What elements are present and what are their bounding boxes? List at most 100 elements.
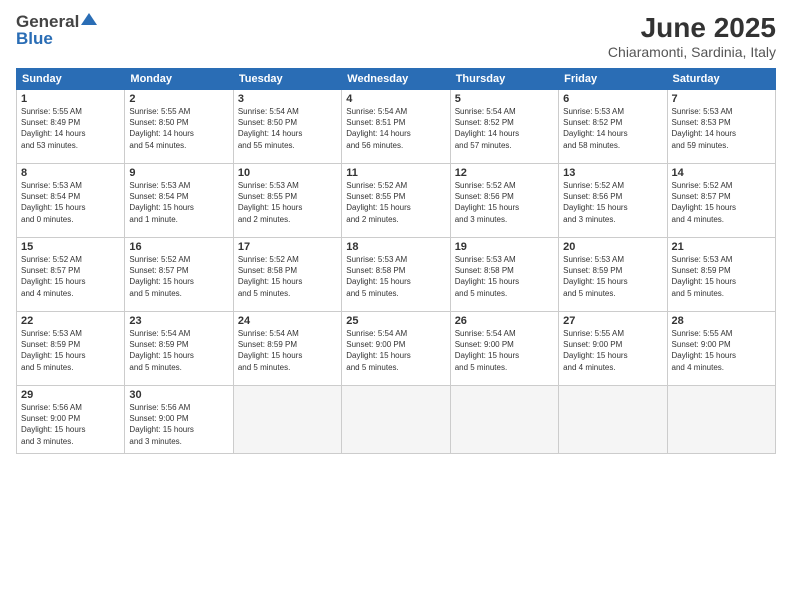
day-info: Sunrise: 5:53 AMSunset: 8:59 PMDaylight:…: [21, 328, 120, 373]
header: General Blue June 2025 Chiaramonti, Sard…: [16, 12, 776, 60]
calendar-day-cell: 24Sunrise: 5:54 AMSunset: 8:59 PMDayligh…: [233, 312, 341, 386]
calendar-day-cell: 20Sunrise: 5:53 AMSunset: 8:59 PMDayligh…: [559, 238, 667, 312]
weekday-header: Sunday: [17, 69, 125, 90]
day-info: Sunrise: 5:54 AMSunset: 8:50 PMDaylight:…: [238, 106, 337, 151]
day-number: 15: [21, 241, 120, 253]
day-info: Sunrise: 5:53 AMSunset: 8:59 PMDaylight:…: [672, 254, 771, 299]
title-block: June 2025 Chiaramonti, Sardinia, Italy: [608, 12, 776, 60]
day-number: 19: [455, 241, 554, 253]
calendar-week-row: 8Sunrise: 5:53 AMSunset: 8:54 PMDaylight…: [17, 164, 776, 238]
day-number: 11: [346, 167, 445, 179]
calendar-day-cell: 19Sunrise: 5:53 AMSunset: 8:58 PMDayligh…: [450, 238, 558, 312]
calendar-day-cell: 21Sunrise: 5:53 AMSunset: 8:59 PMDayligh…: [667, 238, 775, 312]
day-number: 17: [238, 241, 337, 253]
calendar-week-row: 29Sunrise: 5:56 AMSunset: 9:00 PMDayligh…: [17, 386, 776, 454]
day-info: Sunrise: 5:52 AMSunset: 8:57 PMDaylight:…: [672, 180, 771, 225]
calendar-day-cell: 10Sunrise: 5:53 AMSunset: 8:55 PMDayligh…: [233, 164, 341, 238]
calendar-day-cell: 4Sunrise: 5:54 AMSunset: 8:51 PMDaylight…: [342, 90, 450, 164]
calendar-day-cell: 14Sunrise: 5:52 AMSunset: 8:57 PMDayligh…: [667, 164, 775, 238]
day-info: Sunrise: 5:52 AMSunset: 8:55 PMDaylight:…: [346, 180, 445, 225]
day-info: Sunrise: 5:56 AMSunset: 9:00 PMDaylight:…: [21, 402, 120, 447]
weekday-header: Wednesday: [342, 69, 450, 90]
day-number: 20: [563, 241, 662, 253]
calendar-day-cell: 16Sunrise: 5:52 AMSunset: 8:57 PMDayligh…: [125, 238, 233, 312]
logo: General Blue: [16, 12, 98, 49]
calendar-day-cell: 15Sunrise: 5:52 AMSunset: 8:57 PMDayligh…: [17, 238, 125, 312]
day-number: 30: [129, 389, 228, 401]
day-info: Sunrise: 5:54 AMSunset: 9:00 PMDaylight:…: [346, 328, 445, 373]
day-info: Sunrise: 5:55 AMSunset: 8:50 PMDaylight:…: [129, 106, 228, 151]
day-info: Sunrise: 5:54 AMSunset: 9:00 PMDaylight:…: [455, 328, 554, 373]
day-info: Sunrise: 5:52 AMSunset: 8:57 PMDaylight:…: [21, 254, 120, 299]
day-number: 25: [346, 315, 445, 327]
calendar-day-cell: 22Sunrise: 5:53 AMSunset: 8:59 PMDayligh…: [17, 312, 125, 386]
calendar-day-cell: 11Sunrise: 5:52 AMSunset: 8:55 PMDayligh…: [342, 164, 450, 238]
day-info: Sunrise: 5:52 AMSunset: 8:56 PMDaylight:…: [563, 180, 662, 225]
day-number: 22: [21, 315, 120, 327]
day-info: Sunrise: 5:56 AMSunset: 9:00 PMDaylight:…: [129, 402, 228, 447]
day-number: 5: [455, 93, 554, 105]
calendar-week-row: 1Sunrise: 5:55 AMSunset: 8:49 PMDaylight…: [17, 90, 776, 164]
page: General Blue June 2025 Chiaramonti, Sard…: [0, 0, 792, 612]
location-title: Chiaramonti, Sardinia, Italy: [608, 44, 776, 60]
calendar-day-cell: 25Sunrise: 5:54 AMSunset: 9:00 PMDayligh…: [342, 312, 450, 386]
day-number: 23: [129, 315, 228, 327]
day-number: 1: [21, 93, 120, 105]
calendar-day-cell: 9Sunrise: 5:53 AMSunset: 8:54 PMDaylight…: [125, 164, 233, 238]
day-number: 29: [21, 389, 120, 401]
calendar-day-cell: 2Sunrise: 5:55 AMSunset: 8:50 PMDaylight…: [125, 90, 233, 164]
day-number: 6: [563, 93, 662, 105]
day-number: 24: [238, 315, 337, 327]
weekday-header: Tuesday: [233, 69, 341, 90]
calendar-header-row: SundayMondayTuesdayWednesdayThursdayFrid…: [17, 69, 776, 90]
calendar-day-cell: 6Sunrise: 5:53 AMSunset: 8:52 PMDaylight…: [559, 90, 667, 164]
weekday-header: Saturday: [667, 69, 775, 90]
day-number: 12: [455, 167, 554, 179]
calendar-day-cell: 29Sunrise: 5:56 AMSunset: 9:00 PMDayligh…: [17, 386, 125, 454]
day-number: 2: [129, 93, 228, 105]
day-number: 3: [238, 93, 337, 105]
weekday-header: Friday: [559, 69, 667, 90]
day-number: 26: [455, 315, 554, 327]
calendar-day-cell: 26Sunrise: 5:54 AMSunset: 9:00 PMDayligh…: [450, 312, 558, 386]
day-info: Sunrise: 5:53 AMSunset: 8:55 PMDaylight:…: [238, 180, 337, 225]
calendar-day-cell: 12Sunrise: 5:52 AMSunset: 8:56 PMDayligh…: [450, 164, 558, 238]
day-number: 16: [129, 241, 228, 253]
logo-icon: [80, 11, 98, 29]
day-number: 10: [238, 167, 337, 179]
weekday-header: Monday: [125, 69, 233, 90]
day-info: Sunrise: 5:53 AMSunset: 8:58 PMDaylight:…: [455, 254, 554, 299]
calendar-day-cell: [342, 386, 450, 454]
day-info: Sunrise: 5:54 AMSunset: 8:59 PMDaylight:…: [238, 328, 337, 373]
calendar-day-cell: 28Sunrise: 5:55 AMSunset: 9:00 PMDayligh…: [667, 312, 775, 386]
day-info: Sunrise: 5:53 AMSunset: 8:59 PMDaylight:…: [563, 254, 662, 299]
calendar-day-cell: 17Sunrise: 5:52 AMSunset: 8:58 PMDayligh…: [233, 238, 341, 312]
calendar-day-cell: 18Sunrise: 5:53 AMSunset: 8:58 PMDayligh…: [342, 238, 450, 312]
calendar-day-cell: 23Sunrise: 5:54 AMSunset: 8:59 PMDayligh…: [125, 312, 233, 386]
day-info: Sunrise: 5:53 AMSunset: 8:58 PMDaylight:…: [346, 254, 445, 299]
day-info: Sunrise: 5:55 AMSunset: 8:49 PMDaylight:…: [21, 106, 120, 151]
calendar-day-cell: 30Sunrise: 5:56 AMSunset: 9:00 PMDayligh…: [125, 386, 233, 454]
calendar-week-row: 15Sunrise: 5:52 AMSunset: 8:57 PMDayligh…: [17, 238, 776, 312]
logo-blue-text: Blue: [16, 29, 98, 49]
calendar-day-cell: 27Sunrise: 5:55 AMSunset: 9:00 PMDayligh…: [559, 312, 667, 386]
day-number: 7: [672, 93, 771, 105]
day-info: Sunrise: 5:53 AMSunset: 8:54 PMDaylight:…: [21, 180, 120, 225]
calendar-day-cell: [559, 386, 667, 454]
calendar-day-cell: 8Sunrise: 5:53 AMSunset: 8:54 PMDaylight…: [17, 164, 125, 238]
calendar-week-row: 22Sunrise: 5:53 AMSunset: 8:59 PMDayligh…: [17, 312, 776, 386]
day-info: Sunrise: 5:53 AMSunset: 8:54 PMDaylight:…: [129, 180, 228, 225]
day-number: 13: [563, 167, 662, 179]
day-info: Sunrise: 5:52 AMSunset: 8:57 PMDaylight:…: [129, 254, 228, 299]
day-number: 9: [129, 167, 228, 179]
day-number: 8: [21, 167, 120, 179]
day-number: 21: [672, 241, 771, 253]
day-info: Sunrise: 5:52 AMSunset: 8:58 PMDaylight:…: [238, 254, 337, 299]
calendar-day-cell: 13Sunrise: 5:52 AMSunset: 8:56 PMDayligh…: [559, 164, 667, 238]
calendar-day-cell: [450, 386, 558, 454]
day-number: 14: [672, 167, 771, 179]
day-info: Sunrise: 5:53 AMSunset: 8:52 PMDaylight:…: [563, 106, 662, 151]
day-info: Sunrise: 5:54 AMSunset: 8:52 PMDaylight:…: [455, 106, 554, 151]
month-title: June 2025: [608, 12, 776, 44]
calendar-day-cell: 3Sunrise: 5:54 AMSunset: 8:50 PMDaylight…: [233, 90, 341, 164]
